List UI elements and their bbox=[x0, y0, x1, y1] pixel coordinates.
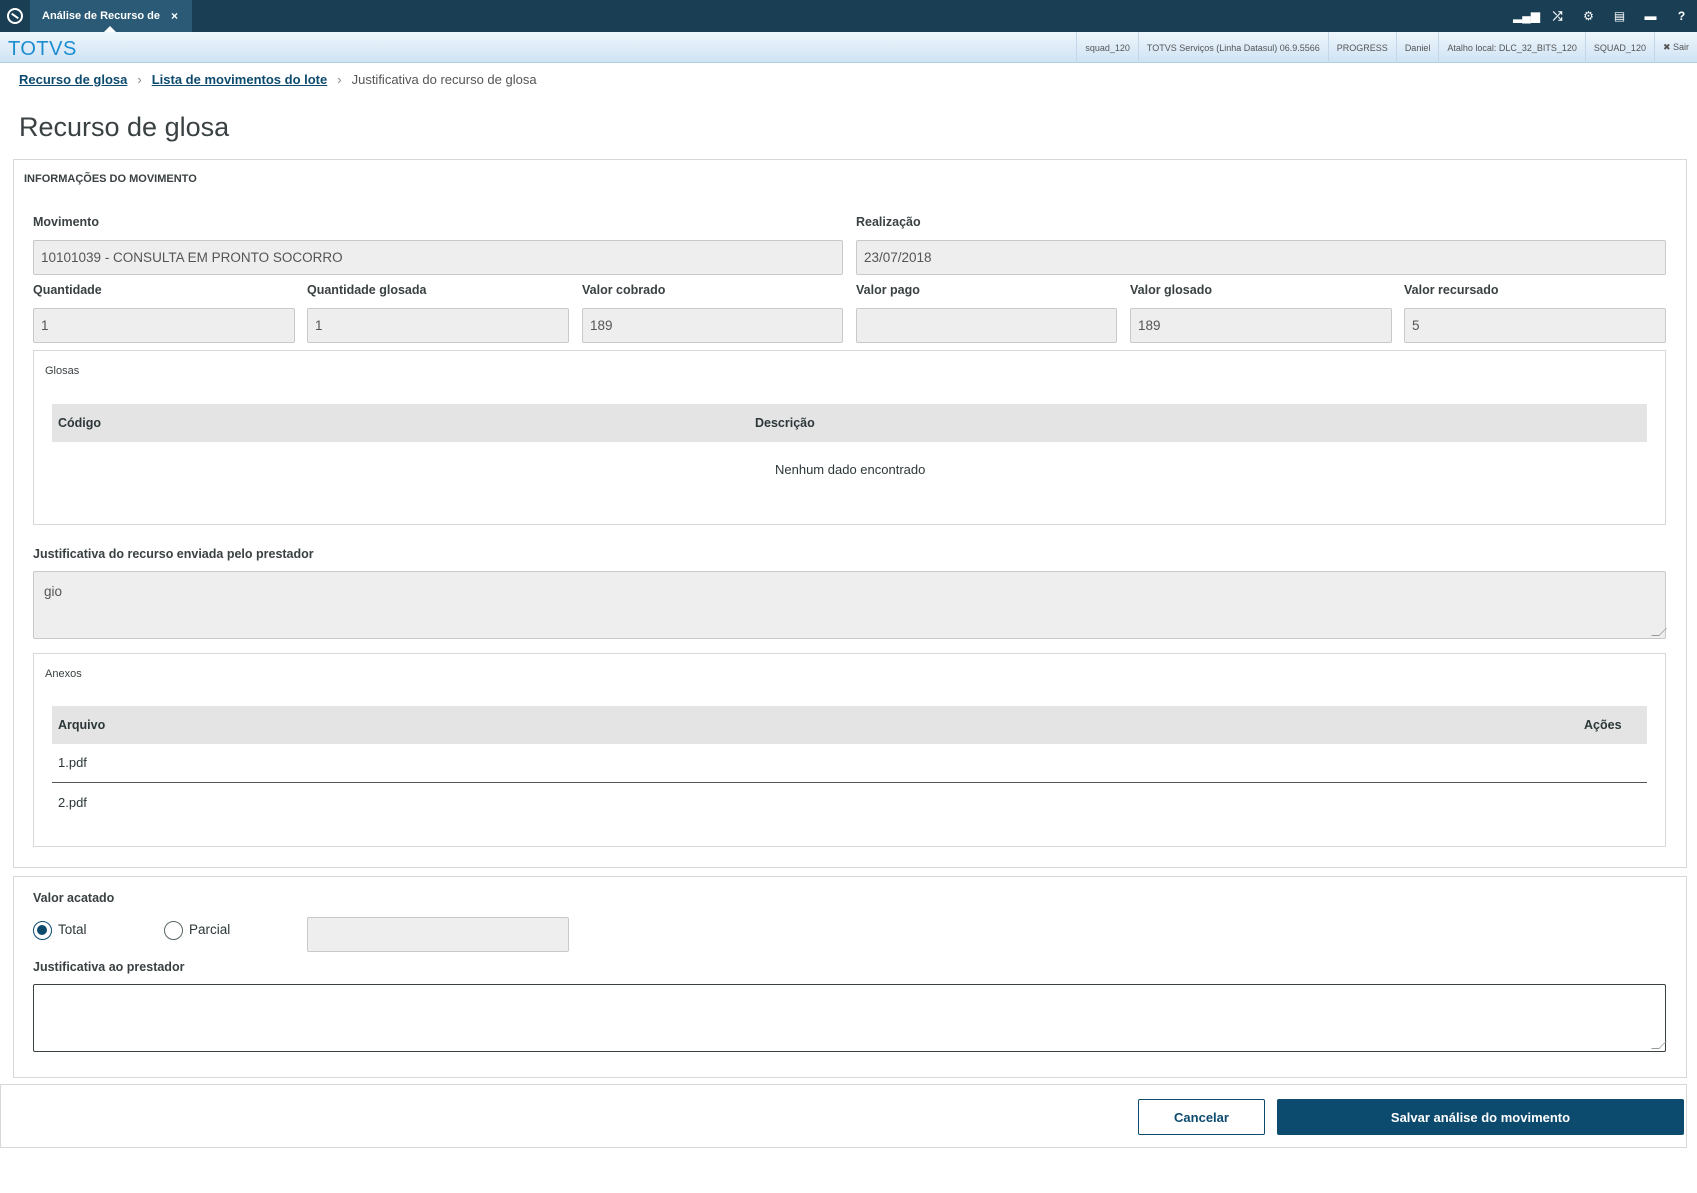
column-arquivo: Arquivo bbox=[58, 718, 106, 732]
resize-grip-icon bbox=[1651, 628, 1667, 636]
anexos-title: Anexos bbox=[45, 668, 82, 680]
section-title: INFORMAÇÕES DO MOVIMENTO bbox=[24, 173, 197, 185]
radio-total[interactable] bbox=[33, 921, 52, 940]
row-divider bbox=[52, 782, 1647, 783]
anexos-panel bbox=[33, 653, 1666, 847]
signal-icon[interactable]: ▂▄▆ bbox=[1511, 0, 1542, 32]
radio-parcial[interactable] bbox=[164, 921, 183, 940]
realizacao-field: 23/07/2018 bbox=[856, 240, 1666, 275]
breadcrumb-separator: › bbox=[137, 72, 142, 87]
valor-pago-field bbox=[856, 308, 1117, 343]
quantidade-glosada-label: Quantidade glosada bbox=[307, 283, 427, 297]
shuffle-icon[interactable]: ⤮ bbox=[1542, 0, 1573, 32]
justificativa-ao-prestador-textarea[interactable] bbox=[33, 984, 1667, 1052]
justificativa-prestador-label: Justificativa do recurso enviada pelo pr… bbox=[33, 547, 314, 561]
tab-analise-recurso[interactable]: Análise de Recurso de × bbox=[30, 0, 192, 32]
column-descricao[interactable]: Descrição bbox=[755, 416, 815, 430]
info-user: Daniel bbox=[1395, 32, 1439, 63]
quantidade-label: Quantidade bbox=[33, 283, 102, 297]
info-bar: TOTVS squad_120 TOTVS Serviços (Linha Da… bbox=[0, 32, 1697, 63]
chat-icon[interactable]: ▬ bbox=[1635, 0, 1666, 32]
session-info: squad_120 TOTVS Serviços (Linha Datasul)… bbox=[1076, 32, 1697, 63]
realizacao-label: Realização bbox=[856, 215, 921, 229]
radio-parcial-label[interactable]: Parcial bbox=[189, 922, 230, 937]
justificativa-ao-prestador-label: Justificativa ao prestador bbox=[33, 960, 185, 974]
top-icons: ▂▄▆ ⤮ ⚙ ▤ ▬ ? bbox=[1511, 0, 1697, 32]
gear-icon[interactable]: ⚙ bbox=[1573, 0, 1604, 32]
valor-recursado-label: Valor recursado bbox=[1404, 283, 1499, 297]
info-squad: squad_120 bbox=[1076, 32, 1138, 63]
movimento-label: Movimento bbox=[33, 215, 99, 229]
save-analysis-button[interactable]: Salvar análise do movimento bbox=[1277, 1099, 1684, 1135]
valor-recursado-field: 5 bbox=[1404, 308, 1666, 343]
valor-cobrado-label: Valor cobrado bbox=[582, 283, 666, 297]
document-icon[interactable]: ▤ bbox=[1604, 0, 1635, 32]
movimento-field: 10101039 - CONSULTA EM PRONTO SOCORRO bbox=[33, 240, 843, 275]
breadcrumb-current: Justificativa do recurso de glosa bbox=[351, 72, 537, 87]
anexo-row-file[interactable]: 2.pdf bbox=[58, 795, 87, 810]
breadcrumb-recurso-glosa[interactable]: Recurso de glosa bbox=[19, 72, 127, 87]
cancel-button[interactable]: Cancelar bbox=[1138, 1099, 1265, 1135]
justificativa-prestador-value: gio bbox=[44, 584, 63, 599]
anexos-table-header: Arquivo Ações bbox=[52, 706, 1647, 744]
anexo-row-file[interactable]: 1.pdf bbox=[58, 755, 87, 770]
brand-logo: TOTVS bbox=[8, 38, 77, 60]
page-title: Recurso de glosa bbox=[19, 112, 230, 142]
valor-glosado-field: 189 bbox=[1130, 308, 1392, 343]
info-shortcut: Atalho local: DLC_32_BITS_120 bbox=[1438, 32, 1585, 63]
app-logo-icon[interactable] bbox=[7, 8, 23, 24]
info-product: TOTVS Serviços (Linha Datasul) 06.9.5566 bbox=[1137, 32, 1328, 63]
quantidade-field: 1 bbox=[33, 308, 295, 343]
valor-acatado-label: Valor acatado bbox=[33, 891, 115, 905]
valor-glosado-label: Valor glosado bbox=[1130, 283, 1212, 297]
valor-parcial-input[interactable] bbox=[307, 917, 569, 952]
valor-pago-label: Valor pago bbox=[856, 283, 920, 297]
help-icon[interactable]: ? bbox=[1666, 0, 1697, 32]
justificativa-prestador-field: gio bbox=[33, 571, 1667, 639]
valor-cobrado-field: 189 bbox=[582, 308, 843, 343]
glosas-table-header: Código Descrição bbox=[52, 404, 1647, 442]
glosas-title: Glosas bbox=[45, 365, 80, 377]
tab-label: Análise de Recurso de bbox=[42, 10, 160, 22]
glosas-empty-message: Nenhum dado encontrado bbox=[775, 462, 926, 477]
breadcrumb: Recurso de glosa › Lista de movimentos d… bbox=[19, 72, 537, 87]
radio-total-label[interactable]: Total bbox=[58, 922, 87, 937]
breadcrumb-separator: › bbox=[337, 72, 342, 87]
column-acoes: Ações bbox=[1584, 718, 1622, 732]
tab-close-icon[interactable]: × bbox=[171, 9, 178, 23]
breadcrumb-lista-movimentos[interactable]: Lista de movimentos do lote bbox=[152, 72, 328, 87]
quantidade-glosada-field: 1 bbox=[307, 308, 569, 343]
info-environment: SQUAD_120 bbox=[1584, 32, 1654, 63]
top-bar: Análise de Recurso de × ▂▄▆ ⤮ ⚙ ▤ ▬ ? bbox=[0, 0, 1697, 32]
info-database: PROGRESS bbox=[1327, 32, 1396, 63]
column-codigo[interactable]: Código bbox=[58, 416, 101, 430]
resize-grip-icon[interactable] bbox=[1651, 1041, 1667, 1049]
exit-button[interactable]: ✖ Sair bbox=[1653, 32, 1697, 63]
